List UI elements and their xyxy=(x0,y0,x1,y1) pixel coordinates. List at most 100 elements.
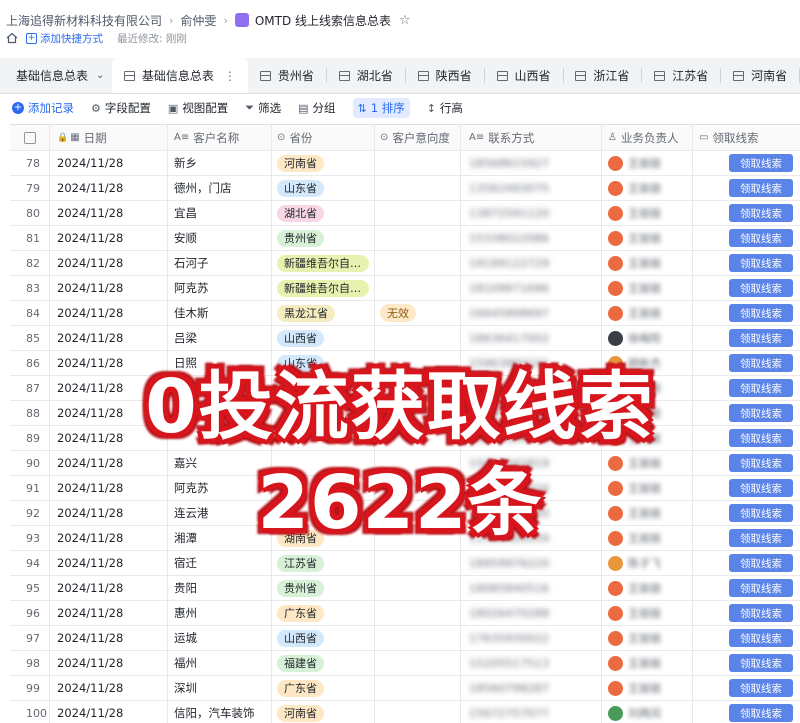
date-cell[interactable]: 2024/11/28 xyxy=(50,176,168,200)
province-cell[interactable]: 福建省 xyxy=(272,651,375,675)
claim-lead-button[interactable]: 领取线索 xyxy=(729,704,793,722)
date-cell[interactable]: 2024/11/28 xyxy=(50,476,168,500)
customer-name-cell[interactable]: 宜昌 xyxy=(168,201,272,225)
table-row[interactable]: 83 2024/11/28 阿克苏 新疆维吾尔自治区 18109971696 王丽丽 领取线… xyxy=(10,276,800,301)
column-header-intent[interactable]: ⊙ 客户意向度 xyxy=(375,125,461,150)
intent-cell[interactable] xyxy=(375,576,461,600)
contact-cell[interactable]: 13611105593 xyxy=(461,376,602,400)
customer-name-cell[interactable]: 深圳 xyxy=(168,676,272,700)
contact-cell[interactable]: 18568615927 xyxy=(461,151,602,175)
document-title[interactable]: OMTD 线上线索信息总表 xyxy=(255,12,391,29)
column-header-claim[interactable]: ▭ 领取线索 xyxy=(693,125,800,150)
contact-cell[interactable]: 17635930022 xyxy=(461,626,602,650)
customer-name-cell[interactable]: 惠州 xyxy=(168,601,272,625)
intent-cell[interactable] xyxy=(375,401,461,425)
table-row[interactable]: 89 2024/11/28 13972004566 王丽丽 领取线索 xyxy=(10,426,800,451)
intent-cell[interactable] xyxy=(375,276,461,300)
owner-cell[interactable]: 王丽丽 xyxy=(602,376,693,400)
table-row[interactable]: 98 2024/11/28 福州 福建省 15205517513 王丽丽 领取线索 xyxy=(10,651,800,676)
intent-cell[interactable] xyxy=(375,676,461,700)
contact-cell[interactable]: 13972004566 xyxy=(461,426,602,450)
province-cell[interactable]: 贵州省 xyxy=(272,226,375,250)
claim-lead-button[interactable]: 领取线索 xyxy=(729,479,793,497)
claim-lead-button[interactable]: 领取线索 xyxy=(729,454,793,472)
date-cell[interactable]: 2024/11/28 xyxy=(50,501,168,525)
claim-lead-button[interactable]: 领取线索 xyxy=(729,604,793,622)
table-row[interactable]: 100 2024/11/28 信阳，汽车装饰 河南省 15672757077 刘两闰 领取线… xyxy=(10,701,800,723)
province-cell[interactable] xyxy=(272,476,375,500)
date-cell[interactable]: 2024/11/28 xyxy=(50,651,168,675)
contact-cell[interactable]: 18109971696 xyxy=(461,276,602,300)
column-header-date[interactable]: 🔒 ▦ 日期 xyxy=(50,125,168,150)
tab-guizhou[interactable]: 贵州省 xyxy=(248,58,326,93)
contact-cell[interactable]: 18085840516 xyxy=(461,576,602,600)
contact-cell[interactable]: 18026470288 xyxy=(461,601,602,625)
date-cell[interactable]: 2024/11/28 xyxy=(50,451,168,475)
customer-name-cell[interactable]: 安顺 xyxy=(168,226,272,250)
province-cell[interactable] xyxy=(272,376,375,400)
customer-name-cell[interactable]: 运城 xyxy=(168,626,272,650)
owner-cell[interactable]: 刘两闰 xyxy=(602,701,693,723)
date-cell[interactable]: 2024/11/28 xyxy=(50,376,168,400)
province-cell[interactable] xyxy=(272,426,375,450)
owner-cell[interactable]: 王丽丽 xyxy=(602,626,693,650)
claim-lead-button[interactable]: 领取线索 xyxy=(729,404,793,422)
owner-cell[interactable]: 王丽丽 xyxy=(602,176,693,200)
date-cell[interactable]: 2024/11/28 xyxy=(50,551,168,575)
claim-lead-button[interactable]: 领取线索 xyxy=(729,629,793,647)
column-header-customer-name[interactable]: A≡ 客户名称 xyxy=(168,125,272,150)
contact-cell[interactable]: 15963860101 xyxy=(461,351,602,375)
owner-cell[interactable]: 王丽丽 xyxy=(602,451,693,475)
owner-cell[interactable]: 王丽丽 xyxy=(602,276,693,300)
province-cell[interactable]: 广东省 xyxy=(272,676,375,700)
table-row[interactable]: 97 2024/11/28 运城 山西省 17635930022 王丽丽 领取线索 xyxy=(10,626,800,651)
province-cell[interactable]: 贵州省 xyxy=(272,576,375,600)
owner-cell[interactable]: 王丽丽 xyxy=(602,651,693,675)
table-row[interactable]: 93 2024/11/28 湘潭 湖南省 13786420059 王丽丽 领取线索 xyxy=(10,526,800,551)
claim-lead-button[interactable]: 领取线索 xyxy=(729,554,793,572)
contact-cell[interactable]: 18959976220 xyxy=(461,551,602,575)
breadcrumb-person[interactable]: 俞仲雯 xyxy=(180,12,216,29)
group-button[interactable]: ▤ 分组 xyxy=(298,100,335,116)
intent-cell[interactable] xyxy=(375,526,461,550)
home-icon[interactable] xyxy=(6,32,18,44)
table-row[interactable]: 91 2024/11/28 阿克苏 18099752334 王丽丽 领取线索 xyxy=(10,476,800,501)
contact-cell[interactable]: 16645898697 xyxy=(461,301,602,325)
customer-name-cell[interactable] xyxy=(168,401,272,425)
table-row[interactable]: 94 2024/11/28 宿迁 江苏省 18959976220 陈子飞 领取线索 xyxy=(10,551,800,576)
owner-cell[interactable]: 陈子飞 xyxy=(602,551,693,575)
province-cell[interactable]: 新疆维吾尔自治区 xyxy=(272,251,375,275)
claim-lead-button[interactable]: 领取线索 xyxy=(729,279,793,297)
more-vertical-icon[interactable]: ⋮ xyxy=(224,69,236,83)
date-cell[interactable]: 2024/11/28 xyxy=(50,526,168,550)
customer-name-cell[interactable]: 日照 xyxy=(168,351,272,375)
contact-cell[interactable]: 18965420321 xyxy=(461,401,602,425)
intent-cell[interactable] xyxy=(375,176,461,200)
date-cell[interactable]: 2024/11/28 xyxy=(50,676,168,700)
owner-cell[interactable]: 徐梅阳 xyxy=(602,326,693,350)
table-switcher-dropdown[interactable]: 基础信息总表 ⌄ xyxy=(0,58,112,93)
column-header-contact[interactable]: A≡ 联系方式 xyxy=(461,125,602,150)
customer-name-cell[interactable]: 湘潭 xyxy=(168,526,272,550)
intent-cell[interactable] xyxy=(375,226,461,250)
contact-cell[interactable]: 18560798287 xyxy=(461,676,602,700)
add-record-button[interactable]: + 添加记录 xyxy=(12,100,74,116)
table-row[interactable]: 88 2024/11/28 18965420321 王丽丽 领取线索 xyxy=(10,401,800,426)
date-cell[interactable]: 2024/11/28 xyxy=(50,626,168,650)
table-row[interactable]: 82 2024/11/28 石河子 新疆维吾尔自治区 19199122729 王丽丽 领取线… xyxy=(10,251,800,276)
province-cell[interactable]: 河南省 xyxy=(272,701,375,723)
claim-lead-button[interactable]: 领取线索 xyxy=(729,154,793,172)
table-row[interactable]: 81 2024/11/28 安顺 贵州省 15338022086 王丽丽 领取线索 xyxy=(10,226,800,251)
claim-lead-button[interactable]: 领取线索 xyxy=(729,379,793,397)
intent-cell[interactable] xyxy=(375,426,461,450)
contact-cell[interactable]: 13786420059 xyxy=(461,526,602,550)
intent-cell[interactable] xyxy=(375,601,461,625)
owner-cell[interactable]: 王丽丽 xyxy=(602,226,693,250)
customer-name-cell[interactable] xyxy=(168,376,272,400)
intent-cell[interactable] xyxy=(375,701,461,723)
owner-cell[interactable]: 王丽丽 xyxy=(602,151,693,175)
intent-cell[interactable] xyxy=(375,201,461,225)
table-row[interactable]: 90 2024/11/28 嘉兴 15057342819 王丽丽 领取线索 xyxy=(10,451,800,476)
claim-lead-button[interactable]: 领取线索 xyxy=(729,329,793,347)
claim-lead-button[interactable]: 领取线索 xyxy=(729,254,793,272)
